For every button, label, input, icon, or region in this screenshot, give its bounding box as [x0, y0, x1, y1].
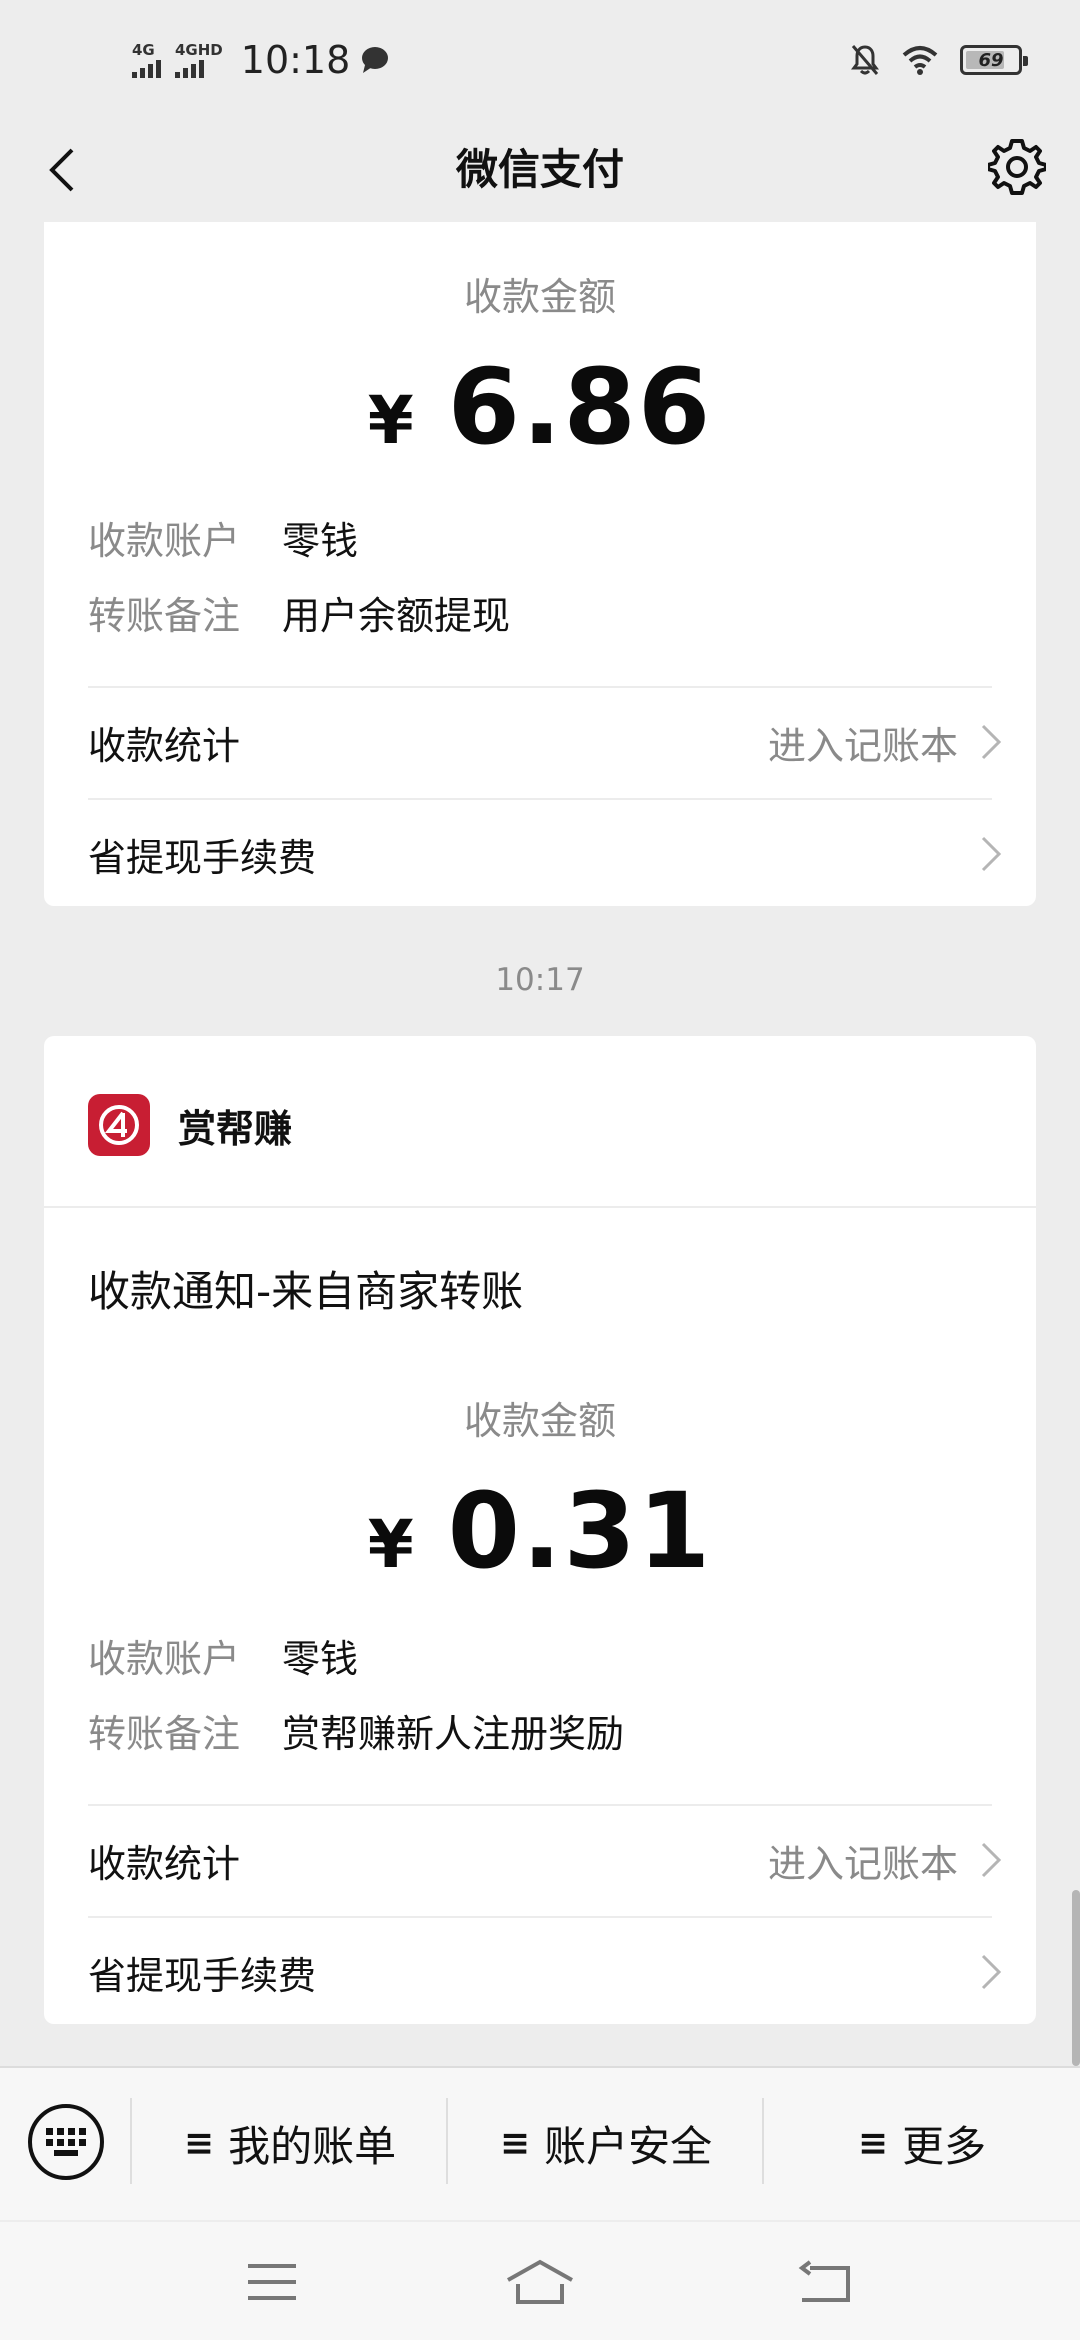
settings-button[interactable] [984, 134, 1050, 200]
battery-level: 69 [978, 49, 1004, 71]
ledger-link[interactable]: 进入记账本 [768, 715, 958, 770]
detail-key: 收款账户 [88, 1637, 241, 1681]
menu-lines-icon: ≡ [183, 2122, 215, 2164]
status-left: 4G 4GHD 10:18 [132, 30, 390, 90]
merchant-header[interactable]: 赏帮赚 [88, 1092, 292, 1158]
detail-row: 转账备注 赏帮赚新人注册奖励 [88, 1703, 624, 1758]
detail-value: 用户余额提现 [282, 594, 511, 638]
message-timestamp: 10:17 [495, 962, 585, 998]
menu-account-security[interactable]: ≡ 账户安全 [448, 2108, 764, 2178]
signal-1-label: 4G [132, 41, 155, 59]
amount-value: 6.86 [447, 346, 713, 468]
currency-symbol: ¥ [367, 1506, 414, 1583]
notice-title: 收款通知-来自商家转账 [88, 1267, 524, 1316]
detail-value: 赏帮赚新人注册奖励 [282, 1712, 625, 1756]
status-time: 10:18 [240, 38, 351, 82]
gear-icon [988, 139, 1046, 195]
chevron-right-icon [981, 1842, 1002, 1878]
menu-icon [248, 2264, 296, 2300]
fee-row[interactable]: 省提现手续费 [88, 1918, 1002, 2026]
signal-bars-icon [175, 58, 204, 78]
scrollbar-thumb[interactable] [1072, 1890, 1080, 2066]
merchant-logo-icon [88, 1094, 150, 1156]
amount: ¥ 0.31 [44, 1470, 1036, 1592]
chevron-right-icon [981, 1954, 1002, 1990]
keyboard-toggle-button[interactable] [28, 2104, 104, 2180]
menu-label: 更多 [902, 2121, 987, 2171]
keyboard-icon [46, 2128, 86, 2156]
amount: ¥ 6.86 [44, 346, 1036, 468]
signal-bars-icon [132, 58, 161, 78]
currency-symbol: ¥ [367, 382, 414, 459]
payment-card-2: 赏帮赚 收款通知-来自商家转账 收款金额 ¥ 0.31 收款账户 零钱 转账备注… [44, 1036, 1036, 2024]
chevron-right-icon [981, 836, 1002, 872]
menu-lines-icon: ≡ [499, 2122, 531, 2164]
menu-label: 我的账单 [228, 2121, 397, 2171]
stats-label: 收款统计 [88, 1841, 241, 1886]
bottom-menu: ≡ 我的账单 ≡ 账户安全 ≡ 更多 [0, 2066, 1080, 2220]
detail-key: 转账备注 [88, 594, 241, 638]
detail-value: 零钱 [282, 1637, 359, 1681]
menu-my-bills[interactable]: ≡ 我的账单 [132, 2108, 448, 2178]
system-back-button[interactable] [784, 2252, 864, 2312]
signal-2-label: 4GHD [175, 41, 223, 59]
divider [44, 1206, 1036, 1208]
ledger-link[interactable]: 进入记账本 [768, 1833, 958, 1888]
back-arrow-icon [798, 2260, 850, 2302]
stats-row[interactable]: 收款统计 进入记账本 [88, 688, 1002, 796]
fee-label: 省提现手续费 [88, 835, 317, 880]
status-right: 69 [850, 38, 1028, 82]
detail-row: 收款账户 零钱 [88, 1628, 358, 1683]
merchant-name: 赏帮赚 [178, 1106, 293, 1151]
signal-2: 4GHD [175, 42, 223, 78]
menu-more[interactable]: ≡ 更多 [764, 2108, 1080, 2178]
amount-label: 收款金额 [463, 1399, 616, 1443]
detail-value: 零钱 [282, 519, 359, 563]
nav-bar: 微信支付 [0, 120, 1080, 220]
wifi-icon [902, 46, 938, 75]
stats-row[interactable]: 收款统计 进入记账本 [88, 1806, 1002, 1914]
fee-row[interactable]: 省提现手续费 [88, 800, 1002, 908]
detail-row: 收款账户 零钱 [88, 510, 358, 565]
signal-1: 4G [132, 42, 161, 78]
status-bar: 4G 4GHD 10:18 69 [0, 0, 1080, 120]
chat-bubble-icon [362, 47, 389, 73]
chevron-right-icon [981, 724, 1002, 760]
detail-key: 收款账户 [88, 519, 241, 563]
detail-key: 转账备注 [88, 1712, 241, 1756]
battery-icon: 69 [960, 45, 1028, 75]
stats-label: 收款统计 [88, 723, 241, 768]
menu-label: 账户安全 [544, 2121, 713, 2171]
amount-label: 收款金额 [463, 275, 616, 319]
merchant-logo-glyph [99, 1105, 139, 1145]
recent-apps-button[interactable] [232, 2252, 312, 2312]
home-button[interactable] [500, 2252, 580, 2312]
system-nav-bar [0, 2222, 1080, 2340]
menu-lines-icon: ≡ [857, 2122, 889, 2164]
amount-value: 0.31 [447, 1470, 713, 1592]
detail-row: 转账备注 用户余额提现 [88, 585, 510, 640]
home-icon [507, 2259, 573, 2304]
page-title: 微信支付 [455, 145, 624, 194]
fee-label: 省提现手续费 [88, 1953, 317, 1998]
payment-card-1: 收款金额 ¥ 6.86 收款账户 零钱 转账备注 用户余额提现 收款统计 进入记… [44, 222, 1036, 906]
mute-bell-icon [851, 45, 879, 75]
